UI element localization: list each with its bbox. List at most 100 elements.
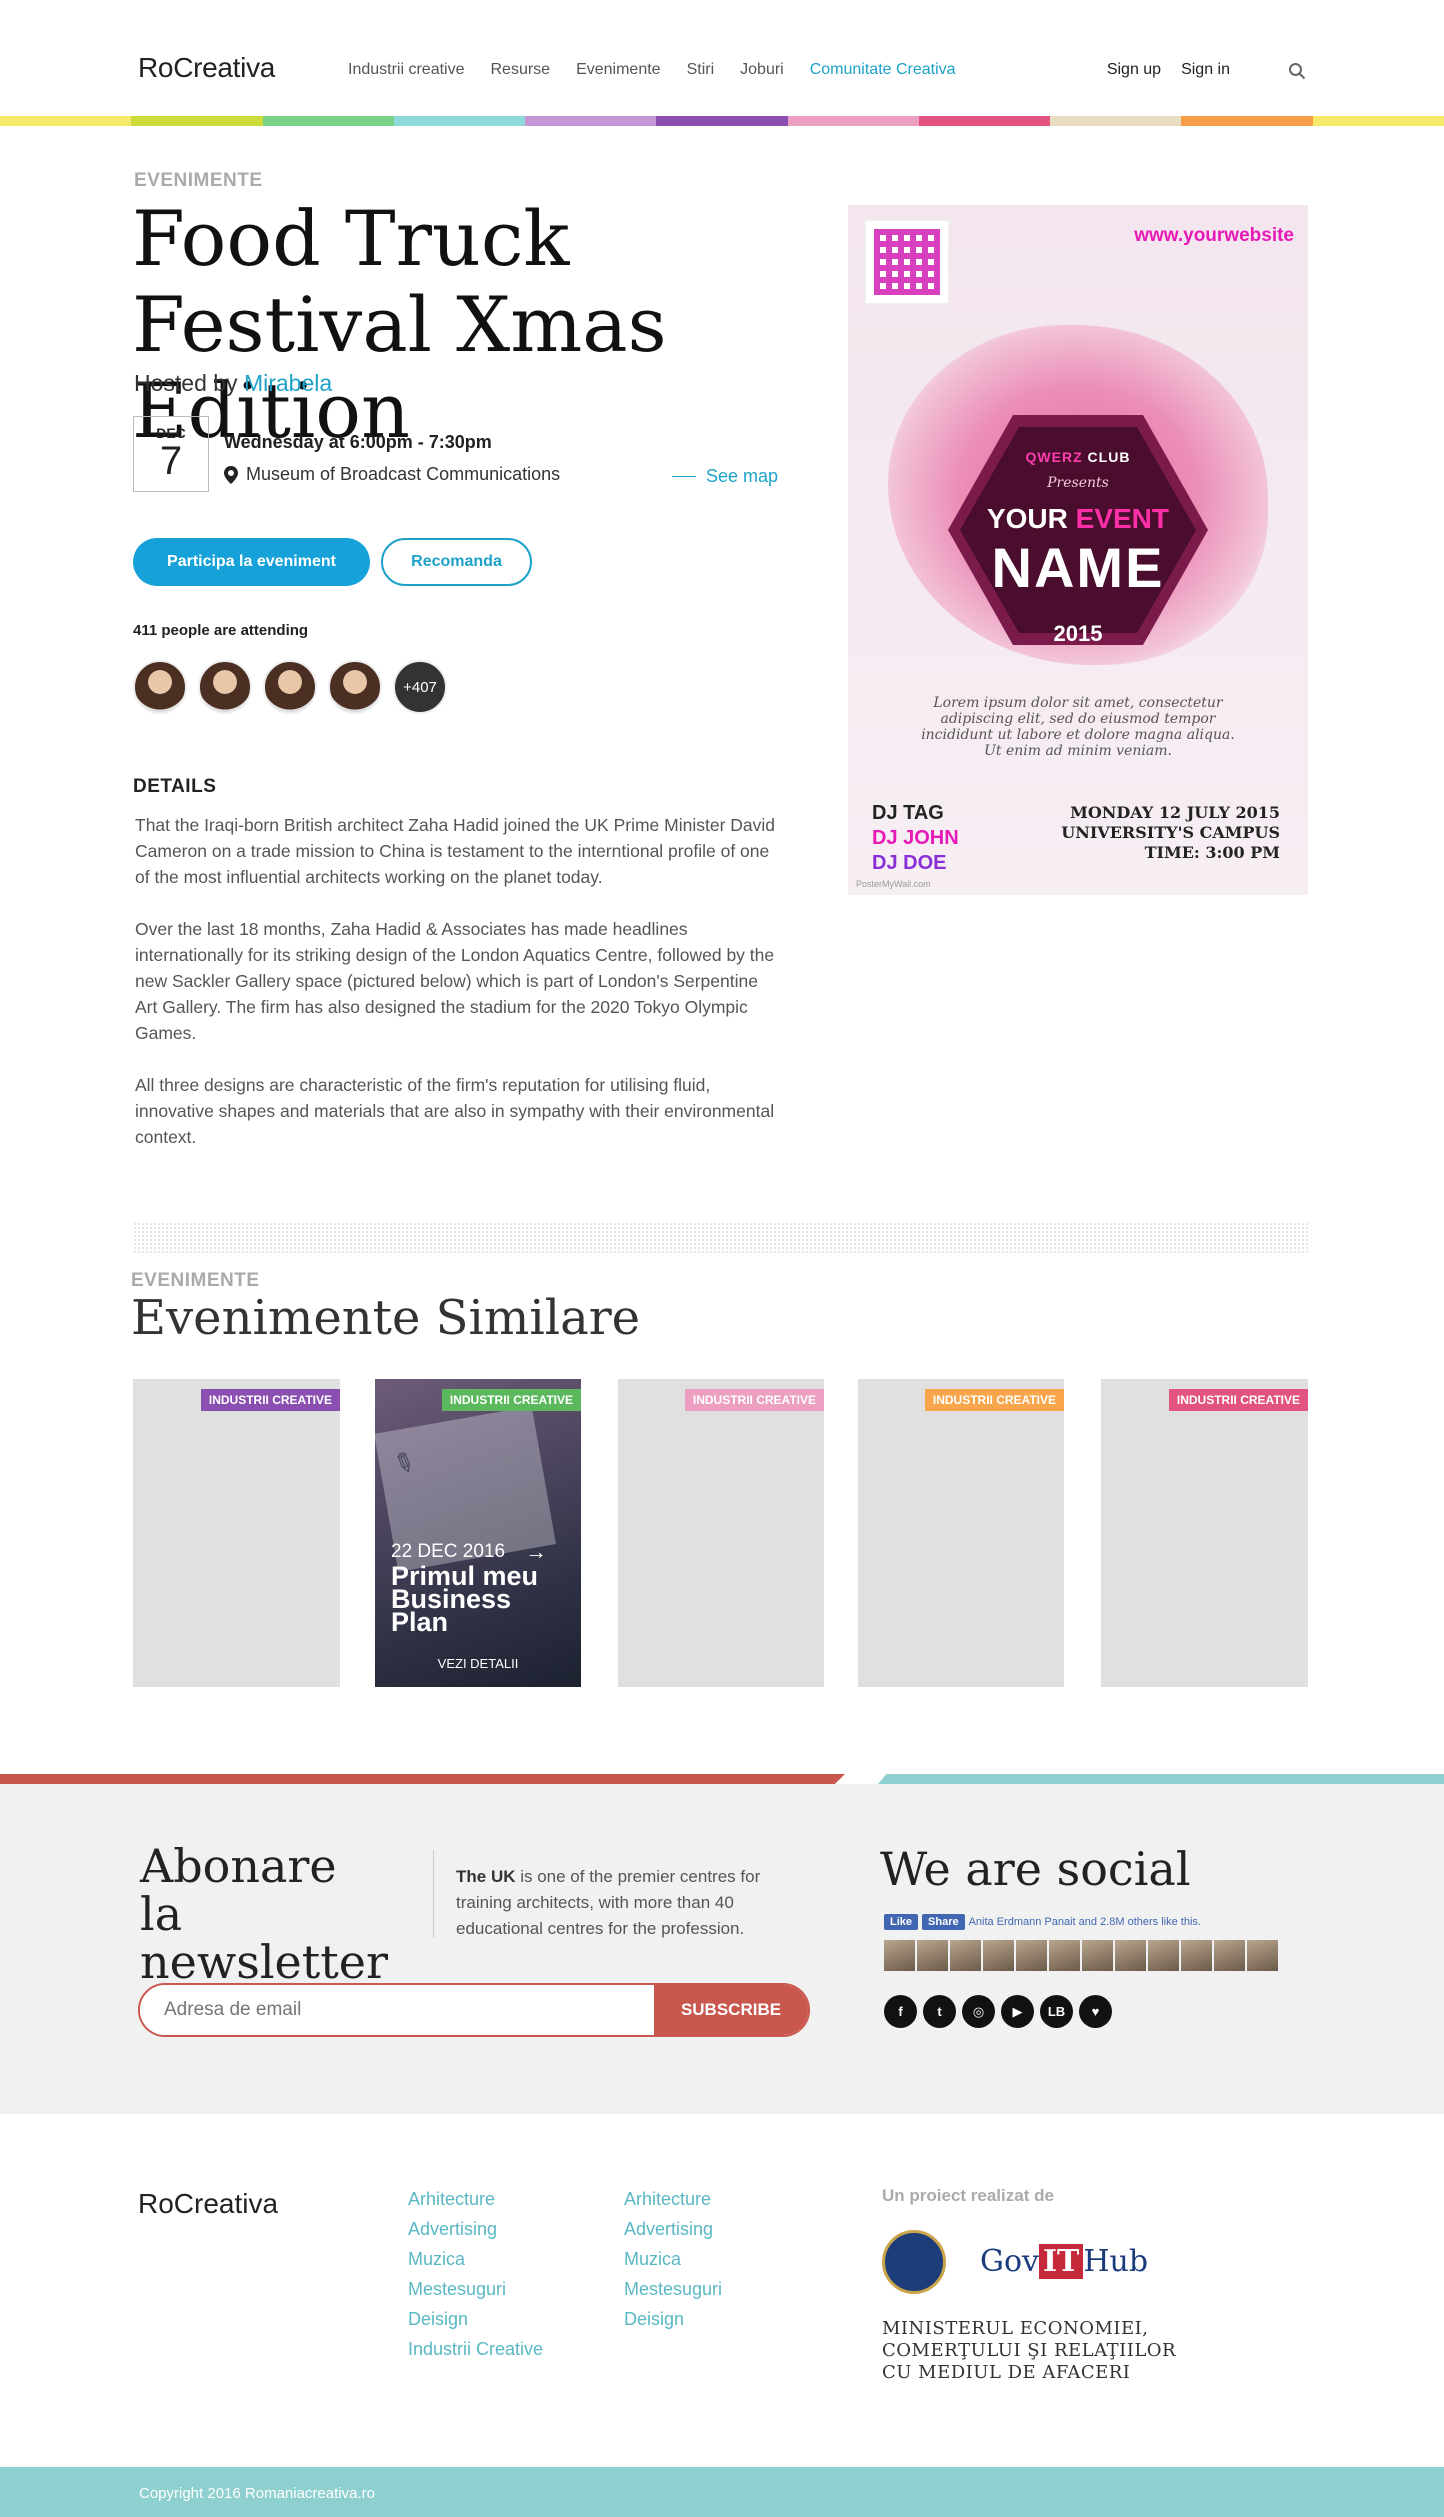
card-details-link[interactable]: VEZI DETALII bbox=[375, 1656, 581, 1671]
nav-item-evenimente[interactable]: Evenimente bbox=[576, 61, 661, 79]
fb-face-avatar[interactable] bbox=[950, 1940, 981, 1971]
newsletter-text: The UK is one of the premier centres for… bbox=[456, 1867, 761, 1938]
footer-link[interactable]: Muzica bbox=[408, 2244, 543, 2274]
fb-face-avatar[interactable] bbox=[1115, 1940, 1146, 1971]
fb-face-avatar[interactable] bbox=[884, 1940, 915, 1971]
poster-website: www.yourwebsite bbox=[1134, 225, 1294, 246]
fb-face-avatar[interactable] bbox=[1181, 1940, 1212, 1971]
event-card[interactable]: INDUSTRII CREATIVE bbox=[618, 1379, 824, 1687]
event-card[interactable]: INDUSTRII CREATIVE bbox=[858, 1379, 1064, 1687]
hosted-by: Hosted by Mirabela bbox=[134, 370, 332, 397]
social-icons: f t ◎ ▶ LB ♥ bbox=[884, 1995, 1112, 2028]
heart-icon[interactable]: ♥ bbox=[1079, 1995, 1112, 2028]
site-header: RoCreativa Industrii creative Resurse Ev… bbox=[0, 0, 1444, 116]
event-title: Food Truck Festival Xmas Edition bbox=[132, 194, 667, 455]
avatar[interactable] bbox=[328, 660, 382, 714]
poster-djs: DJ TAG DJ JOHN DJ DOE bbox=[872, 801, 959, 876]
poster-dj: DJ DOE bbox=[872, 852, 947, 874]
color-bar-segment bbox=[787, 116, 919, 126]
event-time: Wednesday at 6:00pm - 7:30pm bbox=[224, 432, 492, 452]
signup-link[interactable]: Sign up bbox=[1107, 61, 1161, 79]
copyright-text: Copyright 2016 Romaniacreativa.ro bbox=[139, 2485, 375, 2502]
fb-face-avatar[interactable] bbox=[1082, 1940, 1113, 1971]
poster-dj: DJ TAG bbox=[872, 802, 944, 824]
event-card[interactable]: ✎ INDUSTRII CREATIVE 22 DEC 2016 → Primu… bbox=[375, 1379, 581, 1687]
fb-face-avatar[interactable] bbox=[917, 1940, 948, 1971]
poster-year: 2015 bbox=[1053, 621, 1103, 646]
footer-link[interactable]: Deisign bbox=[624, 2304, 722, 2334]
avatar[interactable] bbox=[133, 660, 187, 714]
accent-stripe-left bbox=[0, 1774, 845, 1784]
event-card[interactable]: INDUSTRII CREATIVE bbox=[1101, 1379, 1308, 1687]
fb-face-avatar[interactable] bbox=[1049, 1940, 1080, 1971]
footer-link[interactable]: Arhitecture bbox=[624, 2184, 722, 2214]
fb-share-button[interactable]: Share bbox=[922, 1914, 965, 1930]
event-location: Museum of Broadcast Communications bbox=[224, 464, 560, 485]
nav-item-joburi[interactable]: Joburi bbox=[740, 61, 784, 79]
event-card[interactable]: INDUSTRII CREATIVE bbox=[133, 1379, 340, 1687]
nav-item-stiri[interactable]: Stiri bbox=[687, 61, 715, 79]
color-bar-segment bbox=[918, 116, 1051, 126]
color-bar-segment bbox=[1181, 116, 1313, 126]
email-field[interactable] bbox=[140, 1985, 654, 2035]
footer-links-col2: Arhitecture Advertising Muzica Mestesugu… bbox=[624, 2184, 722, 2334]
footer-link[interactable]: Muzica bbox=[624, 2244, 722, 2274]
footer-link[interactable]: Advertising bbox=[624, 2214, 722, 2244]
nav-item-comunitate-creativa[interactable]: Comunitate Creativa bbox=[810, 61, 956, 79]
avatar[interactable] bbox=[198, 660, 252, 714]
fb-face-avatar[interactable] bbox=[1148, 1940, 1179, 1971]
join-event-button[interactable]: Participa la eveniment bbox=[133, 538, 370, 586]
newsletter-separator bbox=[433, 1850, 434, 1938]
card-tag: INDUSTRII CREATIVE bbox=[200, 1389, 340, 1411]
location-name: Museum of Broadcast Communications bbox=[246, 464, 561, 484]
nav-item-industrii-creative[interactable]: Industrii creative bbox=[348, 61, 465, 79]
footer-logo[interactable]: RoCreativa bbox=[138, 2188, 278, 2220]
social-title: We are social bbox=[880, 1842, 1191, 1896]
color-bar-segment bbox=[0, 116, 132, 126]
accent-stripe-right bbox=[878, 1774, 1444, 1784]
fb-face-avatar[interactable] bbox=[983, 1940, 1014, 1971]
poster-date: MONDAY 12 JULY 2015 bbox=[1070, 803, 1280, 822]
govithub-logo[interactable]: Gov IT Hub bbox=[980, 2244, 1148, 2279]
date-box: DEC 7 bbox=[133, 416, 209, 492]
fb-faces bbox=[884, 1940, 1278, 1971]
poster-info: MONDAY 12 JULY 2015 UNIVERSITY'S CAMPUS … bbox=[1061, 803, 1280, 863]
footer-link[interactable]: Deisign bbox=[408, 2304, 543, 2334]
fb-face-avatar[interactable] bbox=[1016, 1940, 1047, 1971]
host-link[interactable]: Mirabela bbox=[244, 370, 332, 396]
nav-item-resurse[interactable]: Resurse bbox=[491, 61, 551, 79]
site-logo[interactable]: RoCreativa bbox=[138, 52, 275, 84]
color-bar-segment bbox=[525, 116, 657, 126]
search-icon[interactable] bbox=[1288, 62, 1306, 80]
youtube-icon[interactable]: ▶ bbox=[1001, 1995, 1034, 2028]
footer-link[interactable]: Advertising bbox=[408, 2214, 543, 2244]
color-bar-segment bbox=[393, 116, 526, 126]
footer-link[interactable]: Arhitecture bbox=[408, 2184, 543, 2214]
footer-link[interactable]: Industrii Creative bbox=[408, 2334, 543, 2364]
newsletter-form: SUBSCRIBE bbox=[138, 1983, 810, 2037]
event-category: EVENIMENTE bbox=[134, 170, 263, 191]
footer-link[interactable]: Mestesuguri bbox=[624, 2274, 722, 2304]
see-map-link[interactable]: See map bbox=[672, 466, 778, 487]
signin-link[interactable]: Sign in bbox=[1181, 61, 1230, 79]
recommend-button[interactable]: Recomanda bbox=[381, 538, 532, 586]
footer-link[interactable]: Mestesuguri bbox=[408, 2274, 543, 2304]
card-tag: INDUSTRII CREATIVE bbox=[924, 1389, 1064, 1411]
auth-links: Sign up Sign in bbox=[1107, 61, 1230, 79]
fb-face-avatar[interactable] bbox=[1214, 1940, 1245, 1971]
fb-face-avatar[interactable] bbox=[1247, 1940, 1278, 1971]
facebook-like-widget: Like Share Anita Erdmann Panait and 2.8M… bbox=[884, 1914, 1201, 1930]
poster-club: QWERZ CLUB bbox=[1025, 449, 1131, 465]
more-attendees-badge[interactable]: +407 bbox=[393, 660, 447, 714]
fb-like-button[interactable]: Like bbox=[884, 1914, 919, 1930]
avatar[interactable] bbox=[263, 660, 317, 714]
poster-time: TIME: 3:00 PM bbox=[1144, 843, 1280, 862]
lb-icon[interactable]: LB bbox=[1040, 1995, 1073, 2028]
facebook-icon[interactable]: f bbox=[884, 1995, 917, 2028]
instagram-icon[interactable]: ◎ bbox=[962, 1995, 995, 2028]
ministry-name: MINISTERUL ECONOMIEI, COMERŢULUI ŞI RELA… bbox=[882, 2318, 1177, 2383]
twitter-icon[interactable]: t bbox=[923, 1995, 956, 2028]
attendee-avatars: +407 bbox=[133, 660, 447, 714]
subscribe-button[interactable]: SUBSCRIBE bbox=[654, 1985, 808, 2035]
hosted-prefix: Hosted by bbox=[134, 370, 238, 396]
